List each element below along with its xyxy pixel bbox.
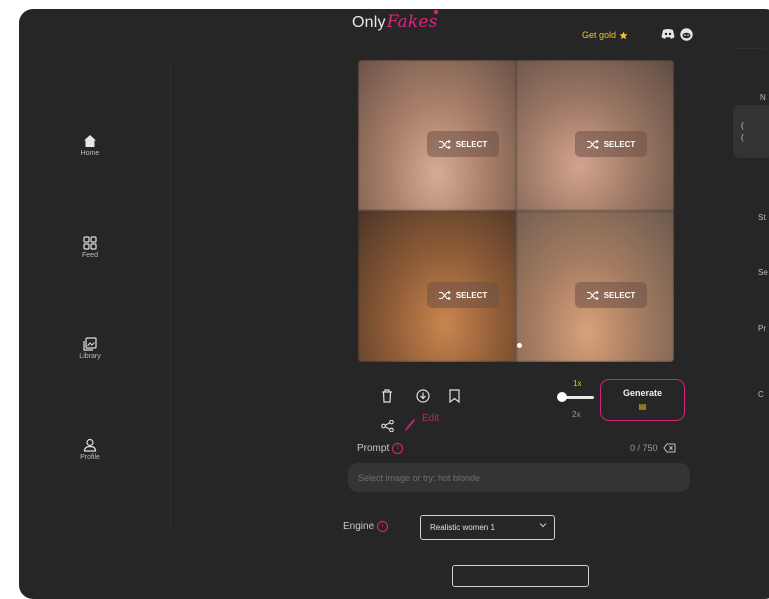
home-icon xyxy=(84,135,96,147)
logo-suffix: Fakes xyxy=(386,12,438,32)
right-panel-divider xyxy=(735,48,765,49)
select-label: SELECT xyxy=(455,290,488,300)
pencil-icon[interactable] xyxy=(404,418,416,432)
select-button-1[interactable]: SELECT xyxy=(427,131,499,157)
card-line: ( xyxy=(741,121,744,130)
carousel-dot[interactable] xyxy=(517,343,522,348)
get-gold-label: Get gold xyxy=(582,30,617,40)
clear-icon[interactable] xyxy=(662,443,676,453)
grid-icon xyxy=(83,236,97,250)
profile-icon xyxy=(83,438,97,452)
sidebar-item-label: Profile xyxy=(80,454,100,461)
select-button-4[interactable]: SELECT xyxy=(575,282,647,308)
prompt-counter-row: 0 / 750 xyxy=(630,443,676,453)
sidebar-item-profile[interactable]: Profile xyxy=(60,438,120,461)
engine-label-row: Engine i xyxy=(343,521,389,532)
sidebar-item-library[interactable]: Library xyxy=(60,337,120,360)
sidebar-item-label: Library xyxy=(79,353,101,360)
sidebar-divider xyxy=(170,58,171,528)
prompt-label: Prompt xyxy=(357,443,390,454)
select-label: SELECT xyxy=(455,139,488,149)
library-icon xyxy=(83,337,97,351)
star-icon xyxy=(619,30,628,39)
select-label: SELECT xyxy=(603,139,636,149)
engine-select[interactable]: Realistic women 1 xyxy=(420,515,555,540)
multiplier-max: 2x xyxy=(572,410,581,419)
engine-label: Engine xyxy=(343,521,375,532)
info-icon[interactable]: i xyxy=(377,521,389,532)
sidebar-item-home[interactable]: Home xyxy=(60,134,120,157)
logo-dot xyxy=(434,10,438,14)
right-panel-label: St xyxy=(758,213,766,222)
logo-prefix: Only xyxy=(352,14,386,31)
right-panel-label: Se xyxy=(758,268,768,277)
discord-icon[interactable] xyxy=(661,28,675,40)
right-panel-label: Pr xyxy=(758,324,766,333)
generate-label: Generate xyxy=(622,388,663,398)
trash-icon[interactable] xyxy=(381,389,393,403)
download-icon[interactable] xyxy=(416,389,430,403)
image-grid xyxy=(358,60,674,362)
app-logo[interactable]: OnlyFakes xyxy=(352,10,438,32)
prompt-input[interactable] xyxy=(348,463,690,492)
sidebar-item-label: Home xyxy=(80,150,100,157)
coin-icon: ▤ xyxy=(638,402,647,411)
generate-button[interactable]: Generate ▤ xyxy=(600,379,685,421)
shuffle-icon xyxy=(586,290,599,300)
bookmark-icon[interactable] xyxy=(449,389,460,403)
sidebar-item-feed[interactable]: Feed xyxy=(60,236,120,259)
shuffle-icon xyxy=(438,290,451,300)
multiplier-slider-handle[interactable] xyxy=(557,392,567,402)
right-panel-card[interactable]: ( ( xyxy=(733,105,769,158)
shuffle-icon xyxy=(586,139,599,149)
shuffle-icon xyxy=(438,139,451,149)
right-panel-label: N xyxy=(760,93,766,102)
chevron-down-icon xyxy=(539,523,547,528)
reddit-icon[interactable] xyxy=(680,28,693,41)
select-label: SELECT xyxy=(603,290,636,300)
card-line: ( xyxy=(741,133,744,142)
share-icon[interactable] xyxy=(381,420,394,432)
prompt-label-row: Prompt i xyxy=(357,443,404,454)
multiplier-selected: 1x xyxy=(573,379,582,388)
select-button-2[interactable]: SELECT xyxy=(575,131,647,157)
info-icon[interactable]: i xyxy=(392,443,404,454)
edit-button[interactable]: Edit xyxy=(422,413,439,424)
prompt-char-counter: 0 / 750 xyxy=(630,443,658,453)
get-gold-link[interactable]: Get gold xyxy=(582,30,628,40)
right-panel-label: C xyxy=(758,390,764,399)
sidebar-item-label: Feed xyxy=(82,252,98,259)
secondary-select[interactable] xyxy=(452,565,589,587)
select-button-3[interactable]: SELECT xyxy=(427,282,499,308)
engine-selected-value: Realistic women 1 xyxy=(430,523,495,532)
